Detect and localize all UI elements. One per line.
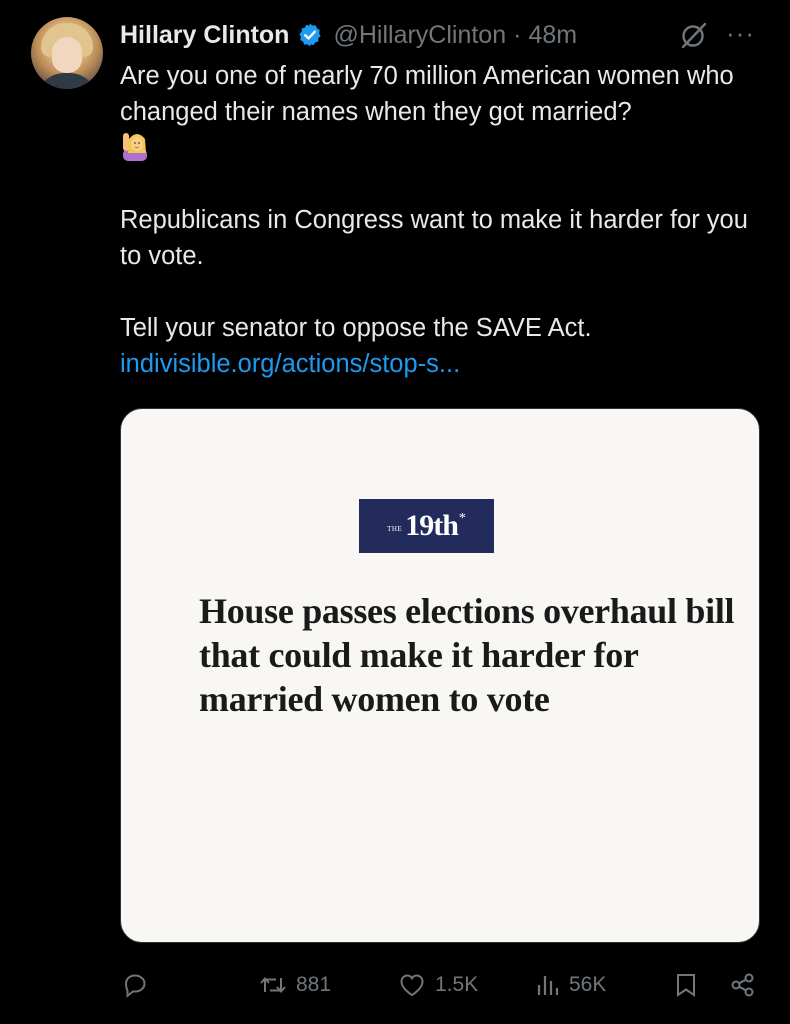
reply-button[interactable] <box>121 962 157 1008</box>
share-icon <box>731 973 754 997</box>
post-time[interactable]: 48m <box>528 21 577 50</box>
repost-count: 881 <box>296 973 332 996</box>
views-button[interactable]: 56K <box>535 962 606 1008</box>
share-button[interactable] <box>729 962 757 1008</box>
tweet-link[interactable]: indivisible.org/actions/stop-s... <box>120 350 460 378</box>
link-card[interactable]: THE 19th * House passes elections overha… <box>120 408 760 943</box>
tweet-paragraph-1: Are you one of nearly 70 million America… <box>120 62 734 126</box>
author-name[interactable]: Hillary Clinton <box>120 21 289 50</box>
action-bar: 881 1.5K 56K <box>0 962 790 1008</box>
avatar-shoulders <box>35 73 99 89</box>
logo-the: THE <box>387 525 403 533</box>
views-count: 56K <box>569 973 607 996</box>
like-button[interactable]: 1.5K <box>397 962 478 1008</box>
bookmark-button[interactable] <box>673 962 699 1008</box>
logo-19th: 19th <box>405 509 459 542</box>
separator-dot: · <box>513 20 522 49</box>
reply-icon <box>124 974 146 998</box>
tweet-paragraph-2: Republicans in Congress want to make it … <box>120 206 748 270</box>
woman-raising-hand-emoji <box>123 133 147 161</box>
views-icon <box>537 976 559 995</box>
tweet-paragraph-3: Tell your senator to oppose the SAVE Act… <box>120 314 592 342</box>
heart-icon <box>400 974 424 997</box>
card-headline: House passes elections overhaul bill tha… <box>199 591 735 719</box>
repost-icon <box>260 976 286 994</box>
avatar-face <box>52 37 82 73</box>
repost-button[interactable]: 881 <box>258 962 331 1008</box>
more-options-icon[interactable]: ··· <box>726 18 755 49</box>
tweet-text: Are you one of nearly 70 million America… <box>120 58 770 382</box>
logo-asterisk: * <box>458 511 466 526</box>
verified-badge-icon <box>299 23 322 47</box>
the-19th-logo: THE 19th * <box>359 499 494 553</box>
like-count: 1.5K <box>435 973 479 996</box>
author-handle[interactable]: @HillaryClinton <box>333 21 506 50</box>
bookmark-icon <box>677 974 695 997</box>
tweet-header: Hillary Clinton @HillaryClinton · 48m ··… <box>120 18 770 52</box>
avatar[interactable] <box>31 17 103 89</box>
grok-icon[interactable] <box>679 20 709 50</box>
